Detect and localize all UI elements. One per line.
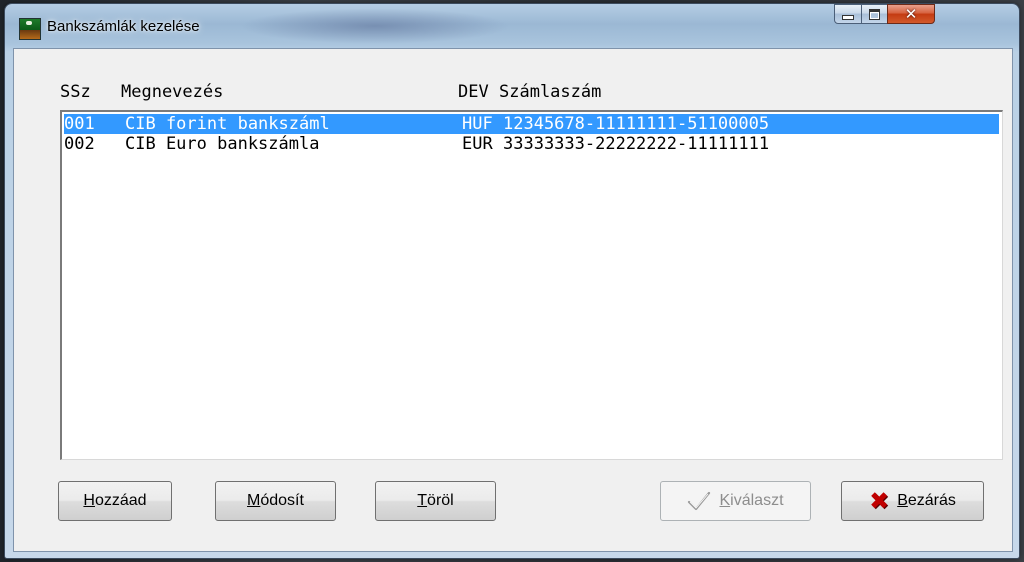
close-button[interactable]: ✖ Bezárás [841,481,984,521]
select-label: Kiválaszt [719,492,783,510]
modify-label: Módosít [247,492,304,510]
window-title: Bankszámlák kezelése [47,18,200,35]
dialog-client-area: SSz Megnevezés DEV Számlaszám 001 CIB forint… [13,48,1013,552]
row-account: 33333333-22222222-11111111 [503,134,770,154]
title-glow [240,8,510,44]
column-headers: SSz Megnevezés DEV Számlaszám [60,82,601,102]
row-ssz: 001 [64,114,95,134]
delete-hotkey: T [417,492,428,509]
add-button[interactable]: Hozzáad [58,481,172,521]
delete-label-rest: öröl [427,492,454,509]
delete-button[interactable]: Töröl [375,481,496,521]
row-ssz: 002 [64,134,95,154]
add-hotkey: H [83,492,95,509]
header-szamlaszam: Számlaszám [499,82,602,102]
title-bar[interactable]: Bankszámlák kezelése ✕ [5,4,1019,48]
select-label-rest: iválaszt [730,492,784,509]
checkmark-icon [688,491,711,511]
row-name: CIB Euro bankszámla [125,134,320,154]
modify-hotkey: M [247,492,261,509]
close-hotkey: B [897,492,908,509]
maximize-button[interactable] [861,4,888,24]
row-account: 12345678-11111111-51100005 [503,114,770,134]
row-name: CIB forint bankszáml [125,114,330,134]
app-icon[interactable] [19,18,41,40]
maximize-icon [869,8,880,20]
dialog-window: Bankszámlák kezelése ✕ SSz Megnevezés DEV S… [5,4,1019,558]
close-label-rest: ezárás [907,492,956,509]
close-window-button[interactable]: ✕ [887,4,935,24]
close-label: Bezárás [897,492,956,510]
select-button[interactable]: Kiválaszt [660,481,811,521]
header-ssz: SSz [60,82,91,102]
minimize-icon [842,15,854,20]
row-dev: HUF [462,114,493,134]
add-label: Hozzáad [83,492,146,510]
modify-label-rest: ódosít [260,492,304,509]
minimize-button[interactable] [834,4,862,24]
list-item[interactable]: 001 CIB forint bankszáml HUF 12345678-11111… [64,114,999,134]
select-hotkey: K [719,492,731,509]
header-dev: DEV [458,82,489,102]
account-list[interactable]: 001 CIB forint bankszáml HUF 12345678-11111… [60,110,1003,460]
row-dev: EUR [462,134,493,154]
close-icon: ✕ [904,4,918,23]
header-megnevezes: Megnevezés [121,82,224,102]
delete-label: Töröl [417,492,453,510]
list-item[interactable]: 002 CIB Euro bankszámla EUR 33333333-222222… [64,134,999,154]
red-x-icon: ✖ [869,487,890,515]
add-label-rest: ozzáad [94,492,147,509]
modify-button[interactable]: Módosít [215,481,336,521]
